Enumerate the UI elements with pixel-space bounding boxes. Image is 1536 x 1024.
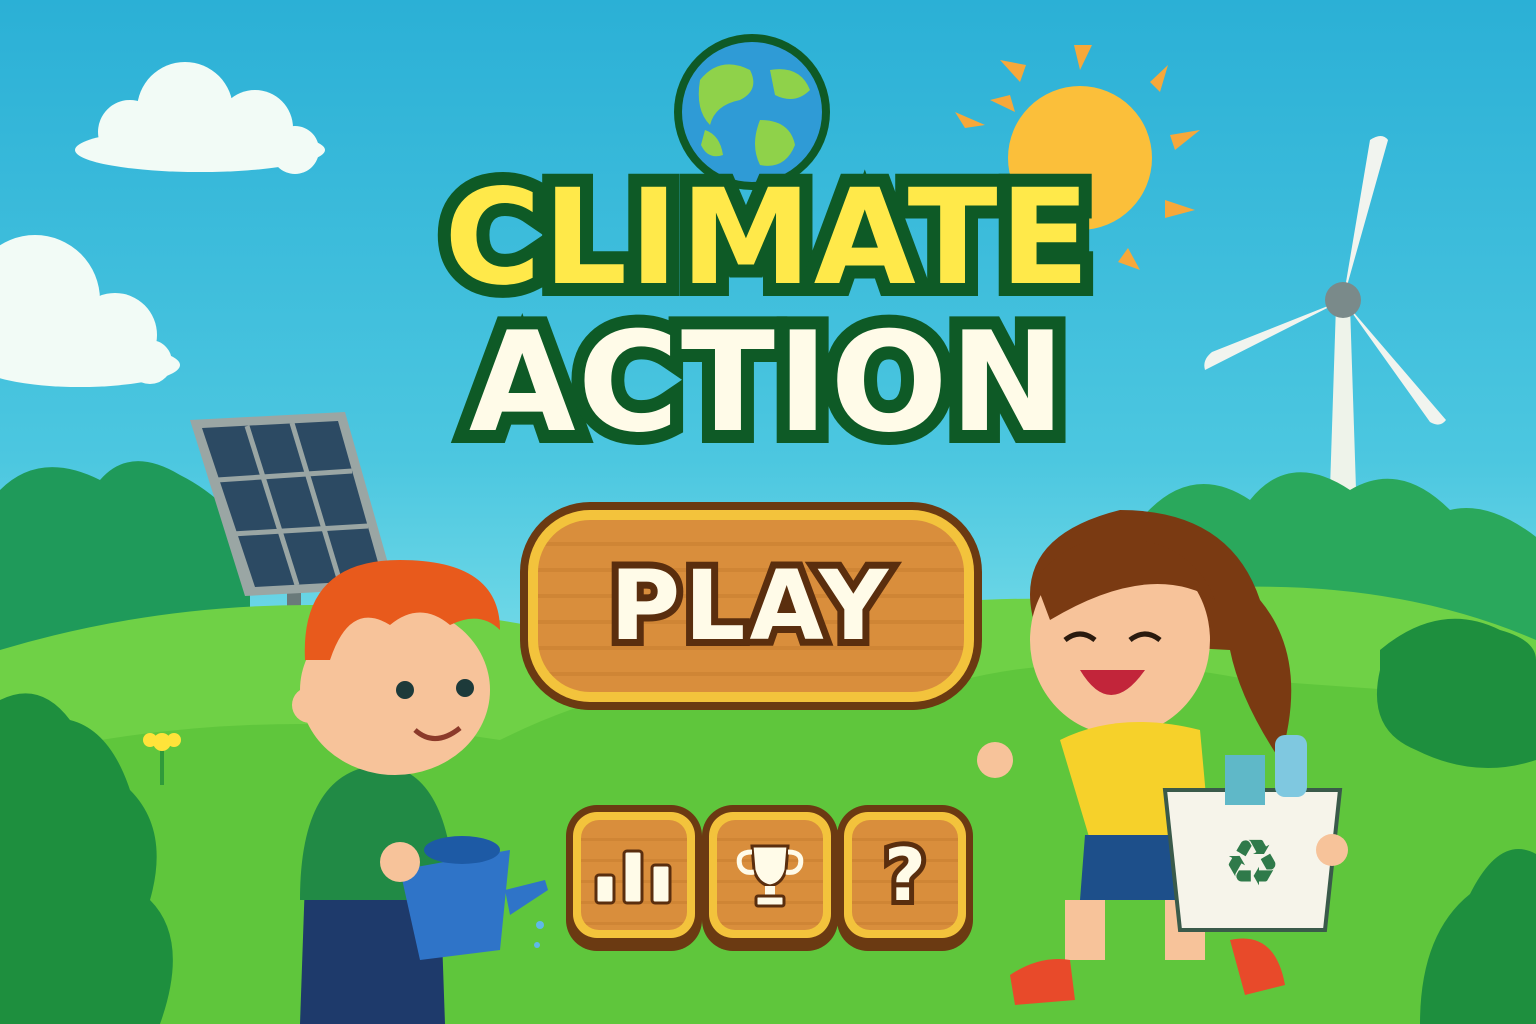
question-icon: ? bbox=[879, 828, 931, 922]
game-title-line2: ACTION bbox=[456, 297, 1078, 469]
play-button-face: PLAY bbox=[538, 520, 964, 692]
girl-character: ♻ bbox=[977, 510, 1348, 1005]
title-screen: ♻ CLIMATE ACTION PLAY ? bbox=[0, 0, 1536, 1024]
stats-button[interactable] bbox=[573, 812, 695, 938]
play-button-label: PLAY bbox=[603, 543, 895, 669]
help-button[interactable]: ? bbox=[844, 812, 966, 938]
recycle-symbol: ♻ bbox=[1223, 827, 1280, 901]
trophy-icon bbox=[736, 844, 804, 908]
bar-chart-icon bbox=[594, 849, 672, 905]
boy-character bbox=[292, 560, 548, 1024]
trophy-button[interactable] bbox=[709, 812, 831, 938]
game-title-line1: CLIMATE bbox=[431, 155, 1103, 321]
play-button[interactable]: PLAY bbox=[528, 510, 974, 702]
